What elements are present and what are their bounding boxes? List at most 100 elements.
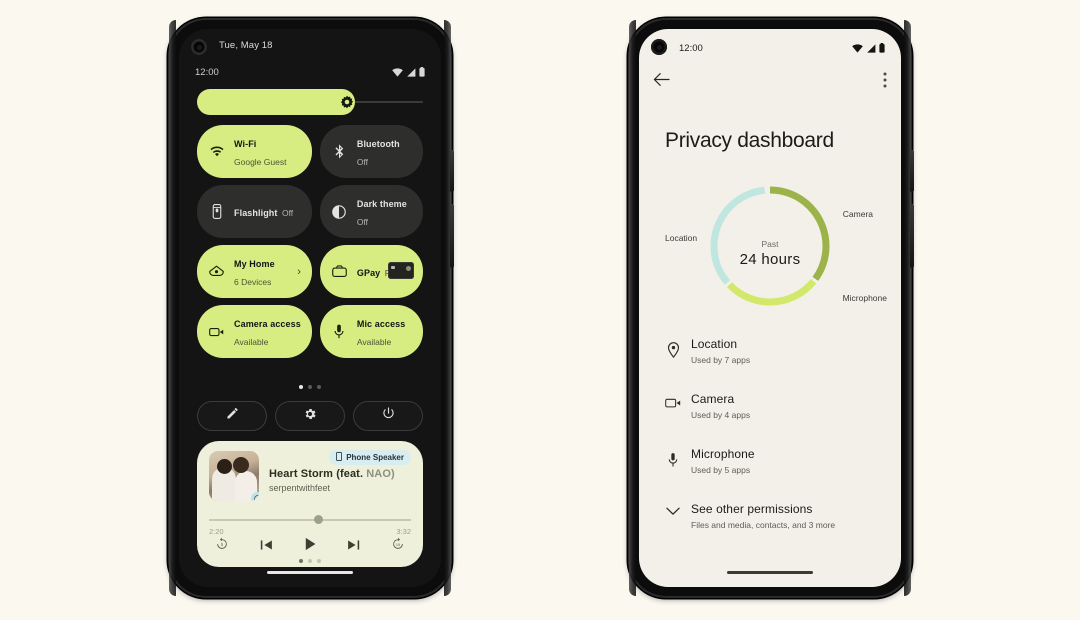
wifi-icon: [392, 67, 403, 77]
tile-wifi[interactable]: Wi-Fi Google Guest: [197, 125, 312, 178]
tile-bluetooth[interactable]: Bluetooth Off: [319, 125, 423, 178]
media-seek-bar[interactable]: [209, 515, 411, 525]
tile-gpay[interactable]: GPay Ready: [319, 245, 423, 298]
qs-date-row: Tue, May 18: [179, 29, 441, 61]
phone-edge-left: [629, 20, 636, 596]
permission-row-microphone[interactable]: Microphone Used by 5 apps: [661, 447, 883, 502]
donut-label-camera: Camera: [842, 209, 873, 219]
chevron-right-icon: ›: [297, 265, 301, 278]
quick-settings-panel: Tue, May 18 12:00 Wi-Fi Google Guest Blu…: [179, 29, 441, 587]
hardware-power-button[interactable]: [910, 150, 914, 192]
gesture-navigation-bar[interactable]: [727, 571, 813, 574]
tile-label: Camera access: [234, 318, 301, 329]
tile-label: Bluetooth: [356, 138, 400, 149]
status-icons: [392, 67, 425, 77]
tile-sublabel: Off: [356, 216, 369, 227]
permission-row-see-other[interactable]: See other permissions Files and media, c…: [661, 502, 883, 557]
phone-edge-right: [444, 20, 451, 596]
svg-text:5: 5: [221, 542, 224, 547]
privacy-usage-donut: Past 24 hours Location Camera Microphone: [639, 181, 901, 321]
hardware-volume-button[interactable]: [910, 204, 914, 268]
tile-camera-access[interactable]: Camera access Available: [197, 305, 312, 358]
tile-label: Flashlight: [234, 207, 278, 218]
edit-tiles-button[interactable]: [197, 401, 267, 431]
media-page-dots[interactable]: [197, 559, 423, 563]
duration-time: 3:32: [396, 527, 411, 536]
power-icon: [382, 407, 395, 425]
signal-icon: [867, 43, 876, 53]
gear-icon: [303, 407, 317, 426]
tile-label: Mic access: [356, 318, 406, 329]
power-button[interactable]: [353, 401, 423, 431]
tile-label: Dark theme: [356, 198, 407, 209]
page-dot[interactable]: [308, 559, 312, 563]
media-controls: 5 15: [215, 537, 405, 556]
media-title-feature: NAO): [366, 468, 395, 480]
settings-button[interactable]: [275, 401, 345, 431]
gesture-navigation-bar[interactable]: [267, 571, 353, 574]
page-dot[interactable]: [299, 385, 303, 389]
flashlight-icon: [208, 204, 225, 219]
more-options-icon[interactable]: [883, 72, 887, 93]
mic-icon: [661, 447, 685, 468]
status-icons: [852, 43, 885, 53]
permissions-list: Location Used by 7 apps Camera Used by 4…: [661, 337, 883, 557]
output-device-chip[interactable]: Phone Speaker: [329, 450, 411, 465]
back-arrow-icon[interactable]: [653, 72, 670, 92]
tile-sublabel: Google Guest: [234, 156, 287, 167]
permission-sublabel: Used by 7 apps: [691, 355, 751, 365]
brightness-slider[interactable]: [197, 89, 423, 115]
tile-label: My Home: [234, 258, 275, 269]
donut-center-text: Past 24 hours: [710, 239, 830, 268]
previous-track-icon[interactable]: [260, 538, 273, 556]
app-bar: [653, 69, 887, 95]
page-dot[interactable]: [317, 559, 321, 563]
permission-row-camera[interactable]: Camera Used by 4 apps: [661, 392, 883, 447]
mic-icon: [331, 324, 348, 339]
donut-past-label: Past: [761, 239, 779, 249]
play-badge-icon: [251, 492, 259, 501]
chevron-down-icon: [661, 502, 685, 516]
media-player-card[interactable]: Phone Speaker Heart Storm (feat. NAO) se…: [197, 441, 423, 567]
hardware-power-button[interactable]: [450, 150, 454, 192]
elapsed-time: 2:20: [209, 527, 224, 536]
home-icon: [208, 265, 225, 279]
qs-page-dots[interactable]: [179, 385, 441, 389]
media-artist: serpentwithfeet: [269, 483, 331, 493]
qs-status-bar: 12:00: [195, 63, 425, 81]
seek-knob[interactable]: [314, 515, 324, 524]
output-device-label: Phone Speaker: [346, 453, 404, 462]
battery-icon: [419, 67, 425, 77]
privacy-dashboard-screen: 12:00 Privacy dashboard Past 24 hours Lo…: [639, 29, 901, 587]
status-clock: 12:00: [195, 66, 219, 78]
tile-sublabel: Available: [356, 336, 392, 347]
donut-label-microphone: Microphone: [842, 293, 887, 303]
page-title: Privacy dashboard: [665, 129, 834, 152]
forward-15-icon[interactable]: 15: [391, 537, 405, 556]
status-clock: 12:00: [679, 42, 703, 54]
right-phone-screen: 12:00 Privacy dashboard Past 24 hours Lo…: [639, 29, 901, 587]
tile-flashlight[interactable]: Flashlight Off: [197, 185, 312, 238]
tile-mic-access[interactable]: Mic access Available: [319, 305, 423, 358]
permission-name: See other permissions: [691, 502, 813, 516]
permission-row-location[interactable]: Location Used by 7 apps: [661, 337, 883, 392]
tile-dark-theme[interactable]: Dark theme Off: [319, 185, 423, 238]
media-title: Heart Storm (feat. NAO): [269, 468, 395, 480]
replay-5-icon[interactable]: 5: [215, 537, 229, 556]
play-icon[interactable]: [304, 537, 317, 556]
hardware-volume-button[interactable]: [450, 204, 454, 268]
phone-edge-left: [169, 20, 176, 596]
media-times: 2:20 3:32: [209, 527, 411, 536]
next-track-icon[interactable]: [347, 538, 360, 556]
tile-sublabel: 6 Devices: [234, 276, 272, 287]
qs-date: Tue, May 18: [219, 39, 273, 51]
brightness-fill: [197, 89, 356, 115]
page-dot[interactable]: [299, 559, 303, 563]
left-phone-screen: Tue, May 18 12:00 Wi-Fi Google Guest Blu…: [179, 29, 441, 587]
tile-my-home[interactable]: My Home 6 Devices ›: [197, 245, 312, 298]
page-dot[interactable]: [317, 385, 321, 389]
page-dot[interactable]: [308, 385, 312, 389]
contrast-icon: [331, 204, 348, 219]
screenshot-stage: Tue, May 18 12:00 Wi-Fi Google Guest Blu…: [0, 0, 1080, 620]
tile-label: GPay: [356, 267, 381, 278]
